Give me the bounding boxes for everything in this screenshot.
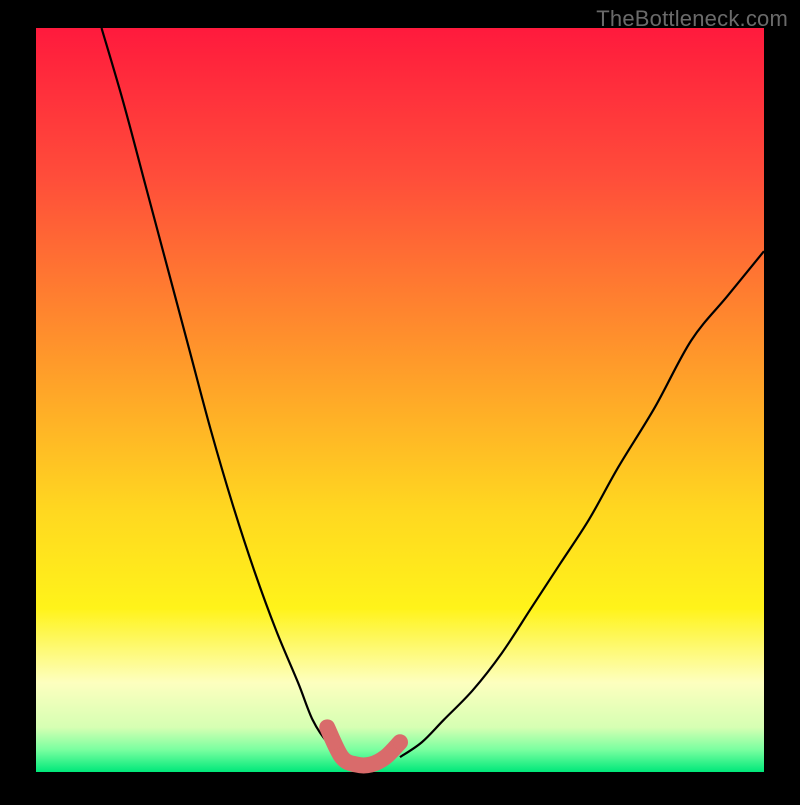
- highlight-dot: [327, 735, 341, 749]
- watermark-text: TheBottleneck.com: [596, 6, 788, 32]
- highlight-dot: [320, 720, 334, 734]
- chart-canvas: [0, 0, 800, 800]
- bottleneck-chart: [0, 0, 800, 800]
- plot-background: [36, 28, 764, 772]
- highlight-dot: [393, 735, 407, 749]
